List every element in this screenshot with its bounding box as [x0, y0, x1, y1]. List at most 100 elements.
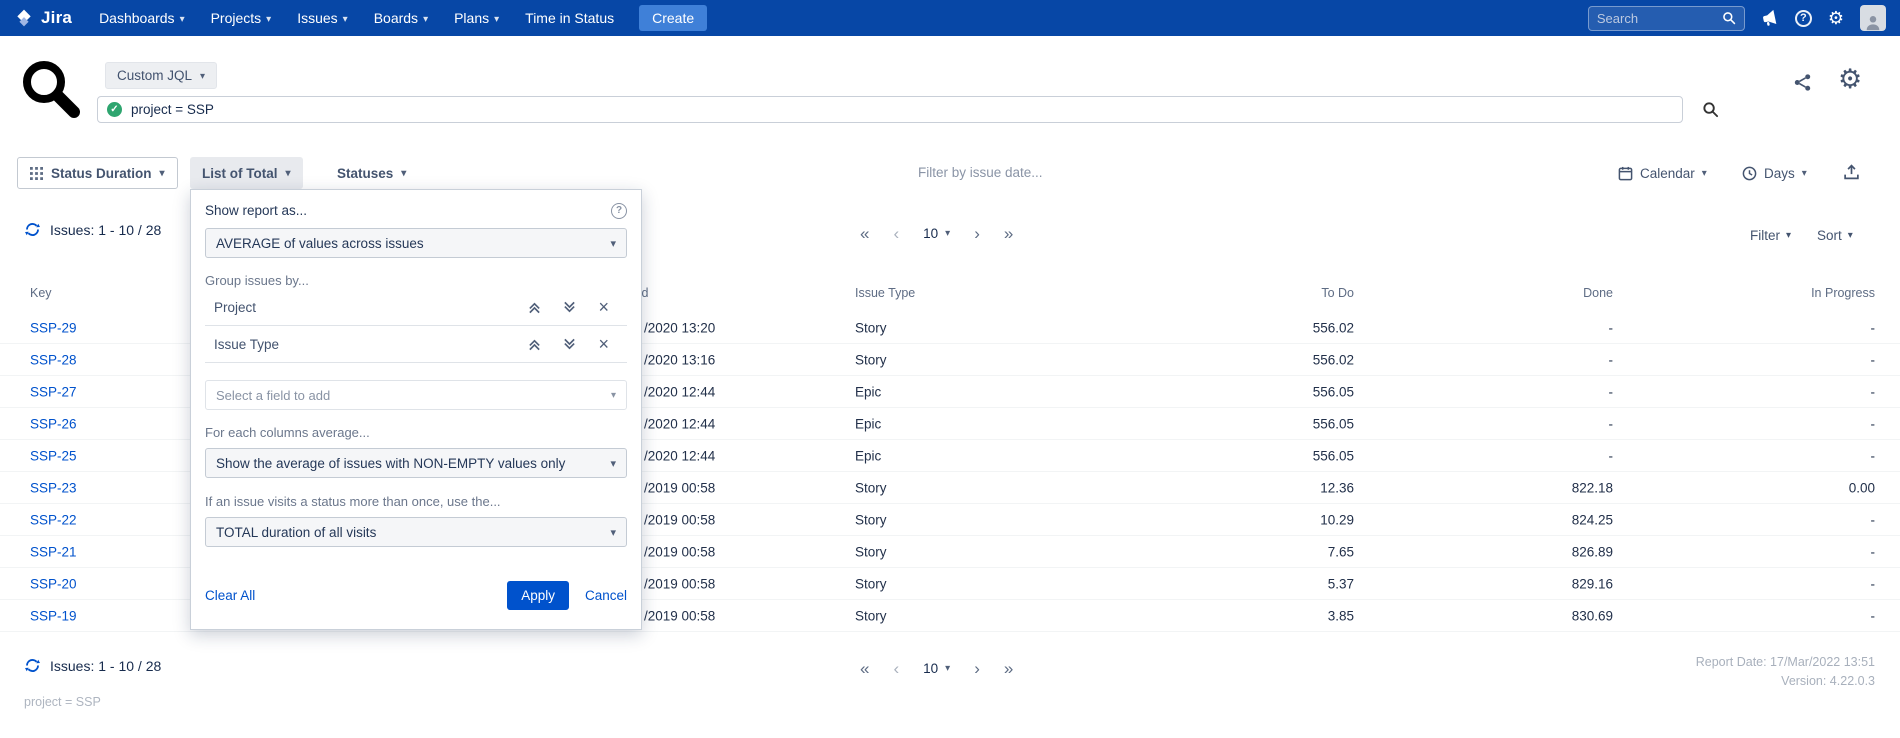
- issue-date-filter[interactable]: Filter by issue date...: [918, 165, 1043, 180]
- report-settings-gear-icon[interactable]: ⚙: [1838, 66, 1862, 93]
- jira-logo[interactable]: Jira: [14, 8, 72, 28]
- pagination-first-button[interactable]: «: [860, 225, 869, 242]
- search-input[interactable]: [1597, 11, 1722, 26]
- add-field-select[interactable]: Select a field to add ▾: [205, 380, 627, 410]
- help-icon[interactable]: ?: [611, 203, 627, 219]
- issue-key-link[interactable]: SSP-27: [30, 384, 77, 399]
- to-do-cell: 10.29: [1320, 512, 1354, 527]
- jql-mode-dropdown[interactable]: Custom JQL ▾: [105, 62, 217, 89]
- move-down-button[interactable]: [563, 301, 576, 314]
- pagination-last-button[interactable]: »: [1004, 225, 1013, 242]
- share-button[interactable]: [1793, 73, 1812, 97]
- to-do-cell: 7.65: [1328, 544, 1354, 559]
- chevron-down-icon: ▾: [160, 168, 165, 179]
- to-do-cell: 556.02: [1313, 320, 1354, 335]
- pagination-next-button[interactable]: ›: [974, 225, 980, 242]
- issues-range-text: Issues: 1 - 10 / 28: [50, 658, 161, 674]
- nav-item-dashboards[interactable]: Dashboards▾: [86, 0, 198, 36]
- in-progress-cell: -: [1871, 448, 1876, 463]
- view-mode-dropdown[interactable]: List of Total ▾: [190, 157, 303, 189]
- remove-field-button[interactable]: ×: [598, 298, 609, 316]
- page-size-select[interactable]: 10 ▾: [923, 661, 950, 676]
- issue-key-link[interactable]: SSP-25: [30, 448, 77, 463]
- move-up-button[interactable]: [528, 338, 541, 351]
- time-unit-dropdown[interactable]: Days ▾: [1736, 158, 1813, 188]
- cancel-link[interactable]: Cancel: [585, 588, 627, 603]
- issue-key-link[interactable]: SSP-19: [30, 608, 77, 623]
- report-type-dropdown[interactable]: Status Duration ▾: [17, 157, 178, 189]
- header-issue-type[interactable]: Issue Type: [855, 286, 915, 300]
- in-progress-cell: -: [1871, 352, 1876, 367]
- filter-dropdown[interactable]: Filter ▾: [1750, 228, 1791, 243]
- issue-type-cell: Story: [855, 576, 887, 591]
- chevron-down-icon: ▾: [1802, 168, 1807, 179]
- created-cell: /2020 13:20: [644, 320, 715, 335]
- double-chevron-up-icon: [528, 301, 541, 314]
- in-progress-cell: -: [1871, 544, 1876, 559]
- issue-key-link[interactable]: SSP-28: [30, 352, 77, 367]
- header-in-progress[interactable]: In Progress: [1811, 286, 1875, 300]
- export-button[interactable]: [1843, 164, 1860, 186]
- issue-key-link[interactable]: SSP-23: [30, 480, 77, 495]
- move-up-button[interactable]: [528, 301, 541, 314]
- move-down-button[interactable]: [563, 338, 576, 351]
- in-progress-cell: 0.00: [1849, 480, 1875, 495]
- apply-button[interactable]: Apply: [507, 581, 569, 610]
- pagination-prev-button[interactable]: ‹: [893, 225, 899, 242]
- issue-key-link[interactable]: SSP-26: [30, 416, 77, 431]
- header-done[interactable]: Done: [1583, 286, 1613, 300]
- average-mode-select[interactable]: Show the average of issues with NON-EMPT…: [205, 448, 627, 478]
- help-icon[interactable]: ?: [1795, 10, 1812, 27]
- report-as-select[interactable]: AVERAGE of values across issues ▾: [205, 228, 627, 258]
- chevron-down-icon: ▾: [611, 390, 616, 401]
- done-cell: -: [1609, 416, 1614, 431]
- header-key[interactable]: Key: [30, 286, 52, 300]
- issue-key-link[interactable]: SSP-20: [30, 576, 77, 591]
- revisit-select[interactable]: TOTAL duration of all visits ▾: [205, 517, 627, 547]
- page-size-select[interactable]: 10 ▾: [923, 226, 950, 241]
- run-search-button[interactable]: [1702, 101, 1719, 123]
- nav-item-boards[interactable]: Boards▾: [361, 0, 441, 36]
- nav-item-time-in-status[interactable]: Time in Status: [512, 0, 627, 36]
- issue-key-link[interactable]: SSP-29: [30, 320, 77, 335]
- issue-type-cell: Story: [855, 352, 887, 367]
- issue-key-link[interactable]: SSP-21: [30, 544, 77, 559]
- created-cell: /2020 12:44: [644, 448, 715, 463]
- nav-item-projects[interactable]: Projects▾: [198, 0, 285, 36]
- double-chevron-up-icon: [528, 338, 541, 351]
- nav-item-plans[interactable]: Plans▾: [441, 0, 512, 36]
- issue-type-cell: Epic: [855, 416, 881, 431]
- pagination-first-button[interactable]: «: [860, 660, 869, 677]
- admin-gear-icon[interactable]: ⚙: [1828, 9, 1844, 27]
- created-cell: /2020 13:16: [644, 352, 715, 367]
- global-search-box[interactable]: [1588, 6, 1745, 31]
- in-progress-cell: -: [1871, 320, 1876, 335]
- refresh-button[interactable]: [24, 221, 41, 238]
- issue-key-link[interactable]: SSP-22: [30, 512, 77, 527]
- refresh-button[interactable]: [24, 657, 41, 674]
- statuses-dropdown[interactable]: Statuses ▾: [325, 157, 418, 189]
- header-to-do[interactable]: To Do: [1321, 286, 1354, 300]
- jql-input[interactable]: ✓ project = SSP: [97, 96, 1683, 123]
- user-avatar[interactable]: [1860, 5, 1886, 31]
- to-do-cell: 556.02: [1313, 352, 1354, 367]
- issue-type-cell: Story: [855, 608, 887, 623]
- search-icon: [1702, 101, 1719, 118]
- group-field-name: Project: [214, 300, 256, 315]
- sort-dropdown[interactable]: Sort ▾: [1817, 228, 1853, 243]
- remove-field-button[interactable]: ×: [598, 335, 609, 353]
- pagination-prev-button[interactable]: ‹: [893, 660, 899, 677]
- create-button[interactable]: Create: [639, 5, 707, 31]
- calendar-dropdown[interactable]: Calendar ▾: [1612, 158, 1713, 188]
- share-icon: [1793, 73, 1812, 92]
- clear-all-link[interactable]: Clear All: [205, 588, 255, 603]
- chevron-down-icon: ▾: [945, 663, 950, 674]
- group-field-name: Issue Type: [214, 337, 279, 352]
- grid-icon: [30, 167, 43, 180]
- nav-item-issues[interactable]: Issues▾: [284, 0, 361, 36]
- chevron-down-icon: ▾: [610, 237, 616, 250]
- pagination-next-button[interactable]: ›: [974, 660, 980, 677]
- pagination-last-button[interactable]: »: [1004, 660, 1013, 677]
- announcement-icon[interactable]: [1761, 9, 1779, 27]
- created-cell: /2019 00:58: [644, 480, 715, 495]
